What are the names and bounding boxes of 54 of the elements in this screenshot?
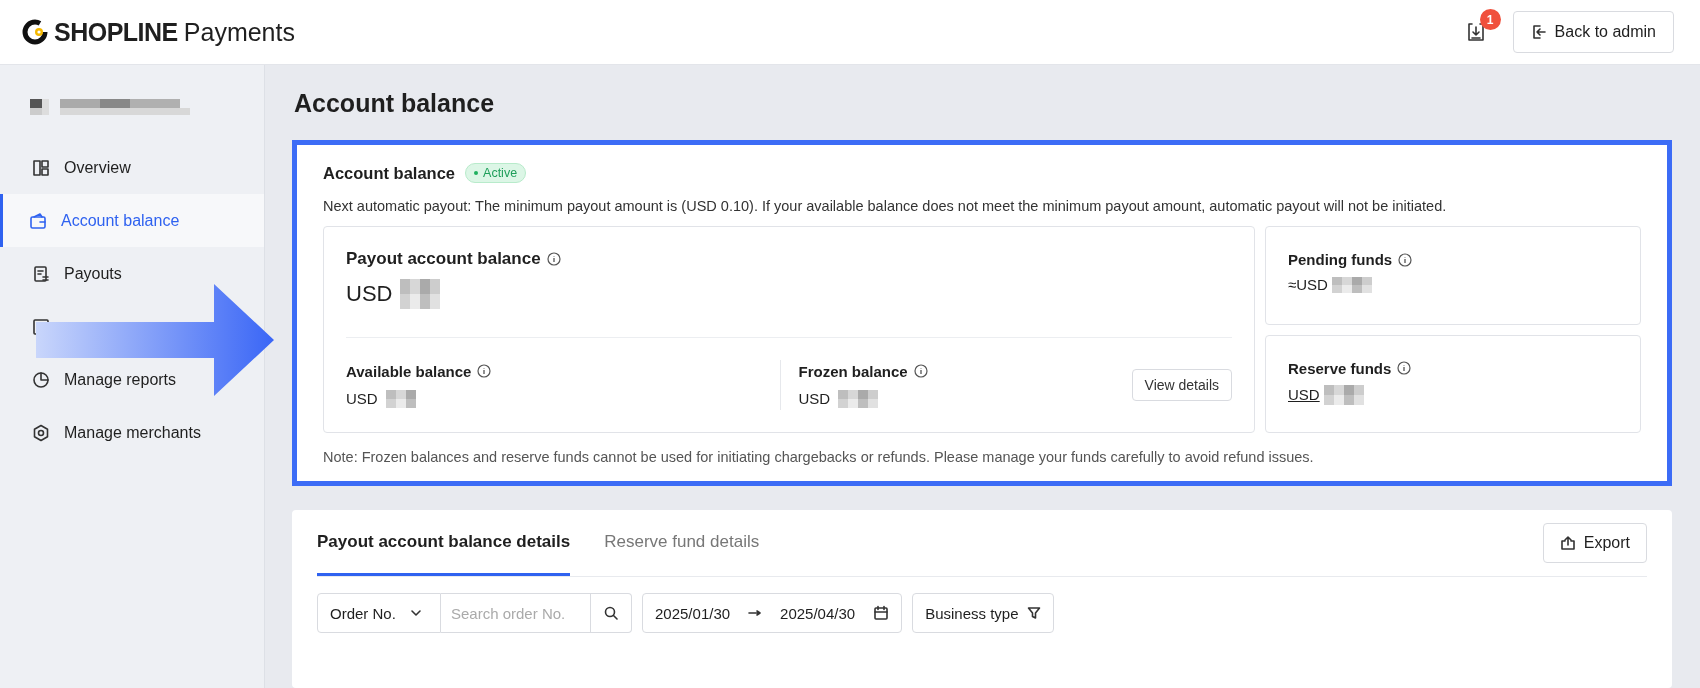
currency: USD <box>346 281 393 307</box>
blurred-value-drawing <box>838 389 879 408</box>
page-title: Account balance <box>294 89 496 118</box>
layout-icon <box>31 157 51 178</box>
chevron-down-icon <box>409 607 422 619</box>
balance-label: Pending funds <box>1288 251 1393 268</box>
logo-icon <box>22 19 48 45</box>
wallet-icon <box>28 210 48 231</box>
blurred-value-drawing <box>1331 276 1372 293</box>
filter-icon <box>1026 606 1041 620</box>
notification-badge: 1 <box>1479 9 1501 30</box>
info-icon <box>1397 361 1412 375</box>
balance-label: Payout account balance <box>346 249 541 269</box>
calendar-icon <box>873 605 890 621</box>
currency: USD <box>798 390 831 407</box>
search-field[interactable]: Search order No. <box>441 593 591 633</box>
product-name: Payments <box>183 17 295 47</box>
balance-label: Reserve funds <box>1288 359 1392 377</box>
info-icon <box>546 252 561 266</box>
blurred-value-drawing <box>385 389 416 408</box>
footnote: Note: Frozen balances and reserve funds cannot be used for initiating chargebacks or refunds. Please manage your funds carefully to avoid refund issues. <box>323 449 1315 465</box>
brand-name: SHOPLINE <box>54 17 178 47</box>
blurred-value-drawing <box>400 279 441 309</box>
pie-chart-icon <box>31 369 51 390</box>
tab[interactable]: Reserve fund details <box>604 510 760 576</box>
exit-icon <box>1530 24 1547 40</box>
sidebar-item[interactable]: Overview <box>31 157 131 178</box>
balance-label: Frozen balance <box>798 362 908 380</box>
tab[interactable]: Payout account balance details <box>317 510 571 576</box>
upload-icon <box>1559 535 1576 551</box>
info-icon <box>913 364 928 378</box>
date-range-field[interactable]: 2025/01/30 2025/04/30 <box>642 593 903 633</box>
sidebar-item[interactable]: Manage merchants <box>31 422 201 443</box>
search-icon[interactable] <box>604 606 618 620</box>
payout-note: Next automatic payout: The minimum payout amount is (USD 0.10). If your available balance does not meet the minimum payout amount, automatic payout will not be initiated. <box>323 198 1448 214</box>
arrow-right-icon <box>748 609 763 617</box>
business-type-filter[interactable]: Business type <box>912 593 1054 633</box>
info-icon <box>477 364 492 378</box>
reserve-amount-link[interactable]: USD <box>1288 386 1320 403</box>
blurred-value-drawing <box>1323 384 1364 405</box>
currency: ≈USD <box>1288 276 1328 293</box>
hexagon-icon <box>31 422 51 443</box>
search-type-dropdown[interactable]: Order No. <box>317 593 441 633</box>
sidebar-item[interactable]: Payouts <box>31 263 122 284</box>
sidebar-item[interactable]: Manage reports <box>31 369 177 390</box>
currency: USD <box>346 390 378 407</box>
document-icon <box>31 263 51 284</box>
back-to-admin-button[interactable]: Back to admin <box>1512 11 1674 53</box>
card-title: Account balance <box>323 163 456 183</box>
export-button[interactable]: Export <box>1542 523 1647 563</box>
balance-label: Available balance <box>346 362 472 380</box>
info-icon <box>1398 252 1413 267</box>
status-badge: Active <box>465 163 527 183</box>
view-details-button[interactable]: View details <box>1131 369 1232 401</box>
